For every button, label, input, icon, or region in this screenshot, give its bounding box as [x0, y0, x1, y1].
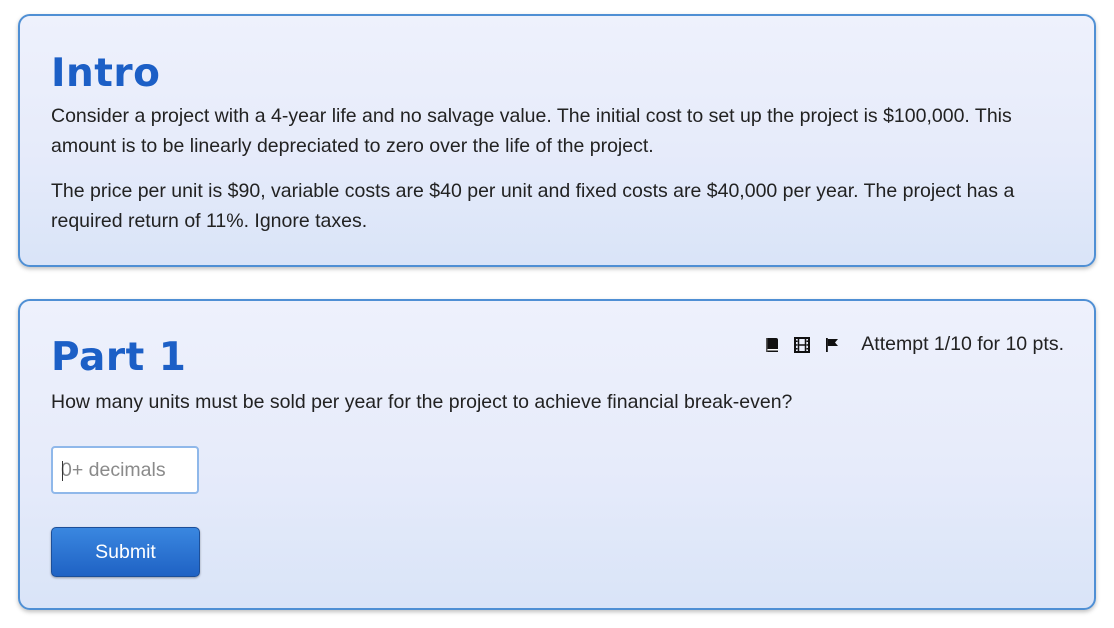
submit-button[interactable]: Submit	[51, 527, 200, 577]
intro-paragraph-2: The price per unit is $90, variable cost…	[51, 180, 1015, 232]
flag-icon[interactable]	[823, 336, 841, 354]
intro-card: Intro Consider a project with a 4-year l…	[18, 14, 1096, 267]
film-icon[interactable]	[793, 336, 811, 354]
attempt-counter: Attempt 1/10 for 10 pts.	[861, 333, 1064, 355]
intro-heading: Intro	[51, 51, 161, 96]
part1-card: Part 1 Attempt 1/10 for 10 pts. How many…	[18, 299, 1096, 610]
part1-heading: Part 1	[51, 335, 187, 380]
attempt-bar: Attempt 1/10 for 10 pts.	[763, 333, 1064, 356]
text-caret	[62, 461, 63, 481]
part1-question: How many units must be sold per year for…	[51, 391, 793, 413]
answer-input[interactable]	[51, 446, 199, 494]
book-icon[interactable]	[763, 336, 781, 354]
intro-paragraph-1: Consider a project with a 4-year life an…	[51, 105, 1012, 157]
